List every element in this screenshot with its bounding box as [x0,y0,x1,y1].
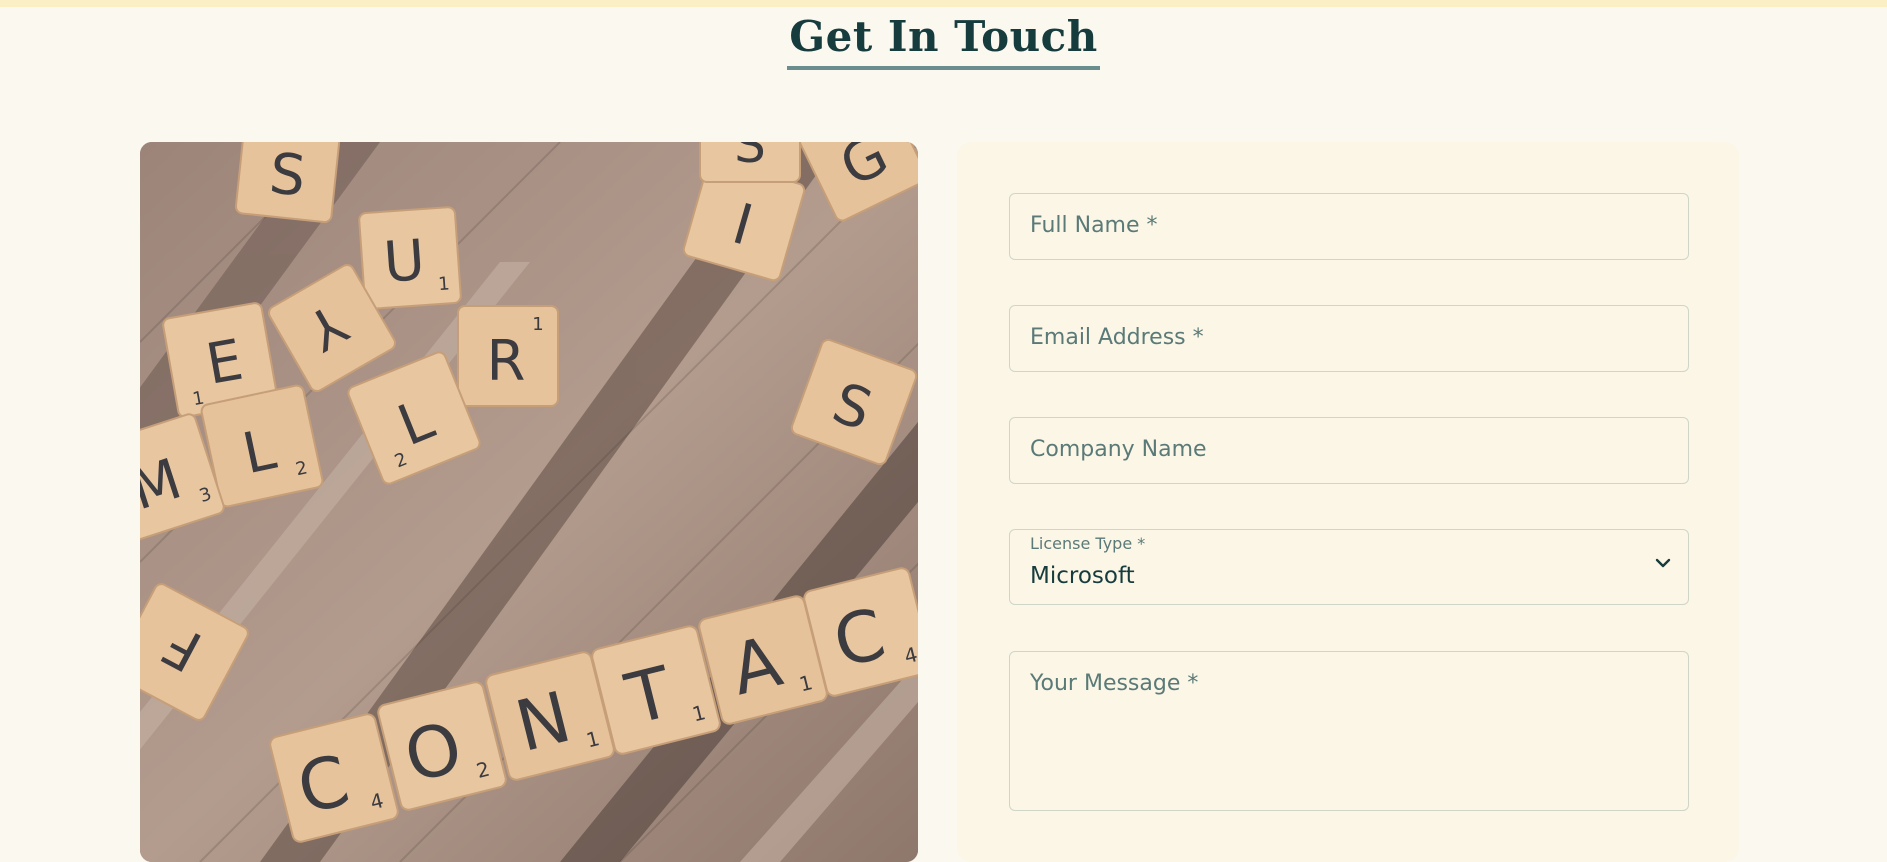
svg-text:1: 1 [532,314,543,335]
full-name-field[interactable]: Full Name * [1009,193,1689,260]
svg-text:R: R [487,329,526,394]
contact-form: Full Name * Email Address * Company Name… [957,142,1739,862]
chevron-down-icon[interactable] [1654,554,1672,572]
tile-s1: S [234,142,342,224]
scrabble-contact-illustration: C 4 O 2 N 1 T 1 A 1 C 4 S U 1 Y E 1 R 1 … [140,142,918,862]
license-type-select[interactable]: License Type * Microsoft [1009,529,1689,605]
company-name-field[interactable]: Company Name [1009,417,1689,484]
svg-text:1: 1 [437,273,450,295]
email-placeholder: Email Address * [1030,325,1204,350]
tile-s3: S [699,142,801,183]
tile-u: U 1 [358,206,462,310]
page-title: Get In Touch [787,8,1100,70]
license-type-label: License Type * [1030,534,1146,553]
license-type-value: Microsoft [1030,563,1135,589]
top-strip [0,0,1887,7]
message-placeholder: Your Message * [1030,671,1199,696]
svg-text:S: S [734,142,766,174]
message-field[interactable]: Your Message * [1009,651,1689,811]
company-name-placeholder: Company Name [1030,437,1207,462]
svg-text:U: U [382,228,427,296]
page-title-wrap: Get In Touch [0,8,1887,70]
contact-image: C 4 O 2 N 1 T 1 A 1 C 4 S U 1 Y E 1 R 1 … [140,142,918,862]
email-field[interactable]: Email Address * [1009,305,1689,372]
tile-r: R 1 [457,305,559,407]
svg-text:S: S [266,142,308,210]
full-name-placeholder: Full Name * [1030,213,1158,238]
